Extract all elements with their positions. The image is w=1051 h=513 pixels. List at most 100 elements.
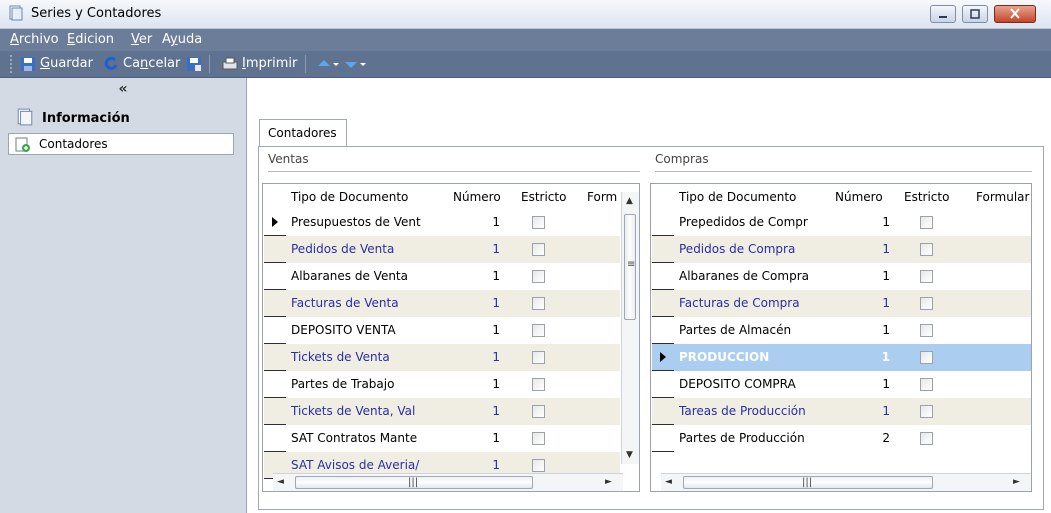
estricto-checkbox[interactable] [532, 405, 545, 418]
scroll-up-arrow[interactable]: ▲ [626, 196, 633, 206]
chevron-down-icon[interactable] [331, 56, 341, 72]
col-header-formulario[interactable]: Form [587, 190, 617, 204]
cell-tipo-documento[interactable]: PRODUCCION [679, 350, 829, 364]
estricto-checkbox[interactable] [920, 351, 933, 364]
cell-tipo-documento[interactable]: Partes de Producción [679, 431, 829, 445]
col-header-numero[interactable]: Número [453, 190, 501, 204]
scroll-thumb[interactable]: ||| [683, 476, 933, 489]
col-header-formulario[interactable]: Formular [976, 190, 1031, 204]
cell-tipo-documento[interactable]: Albaranes de Compra [679, 269, 829, 283]
estricto-checkbox[interactable] [920, 216, 933, 229]
cell-tipo-documento[interactable]: Partes de Almacén [679, 323, 829, 337]
table-row[interactable]: Prepedidos de Compr 1 [652, 209, 1031, 236]
table-row[interactable]: SAT Contratos Mante 1 [264, 425, 620, 452]
cell-tipo-documento[interactable]: DEPOSITO VENTA [291, 323, 441, 337]
cell-numero[interactable]: 1 [460, 404, 500, 418]
cell-numero[interactable]: 1 [460, 350, 500, 364]
toolbar-grip[interactable] [10, 55, 12, 73]
compras-horizontal-scrollbar[interactable]: ◄ ||| ► [661, 473, 1031, 491]
navigate-up-icon[interactable] [316, 56, 332, 72]
estricto-checkbox[interactable] [920, 270, 933, 283]
estricto-checkbox[interactable] [532, 324, 545, 337]
cell-numero[interactable]: 2 [850, 431, 890, 445]
table-row[interactable]: Pedidos de Venta 1 [264, 236, 620, 263]
table-row[interactable]: Albaranes de Venta 1 [264, 263, 620, 290]
estricto-checkbox[interactable] [920, 243, 933, 256]
row-selector[interactable] [652, 209, 674, 236]
maximize-button[interactable] [962, 5, 988, 23]
collapse-sidebar-button[interactable]: « [0, 81, 246, 97]
row-selector[interactable] [264, 344, 286, 371]
table-row[interactable]: DEPOSITO COMPRA 1 [652, 371, 1031, 398]
close-button[interactable] [994, 5, 1036, 23]
row-selector[interactable] [264, 263, 286, 290]
save-close-icon[interactable] [186, 56, 202, 72]
cell-numero[interactable]: 1 [850, 323, 890, 337]
estricto-checkbox[interactable] [532, 351, 545, 364]
cell-numero[interactable]: 1 [460, 215, 500, 229]
table-row[interactable]: Facturas de Compra 1 [652, 290, 1031, 317]
cell-tipo-documento[interactable]: Facturas de Compra [679, 296, 829, 310]
col-header-estricto[interactable]: Estricto [904, 190, 949, 204]
cell-tipo-documento[interactable]: Facturas de Venta [291, 296, 441, 310]
cell-tipo-documento[interactable]: Tickets de Venta, Val [291, 404, 441, 418]
scroll-left-arrow[interactable]: ◄ [277, 477, 284, 487]
table-row[interactable]: Albaranes de Compra 1 [652, 263, 1031, 290]
menu-edicion[interactable]: Edicion [67, 32, 114, 47]
cell-numero[interactable]: 1 [850, 242, 890, 256]
cell-tipo-documento[interactable]: Pedidos de Compra [679, 242, 829, 256]
cell-tipo-documento[interactable]: Tickets de Venta [291, 350, 441, 364]
sidebar-section-informacion[interactable]: Información [42, 111, 130, 126]
imprimir-button[interactable]: Imprimir [242, 56, 297, 71]
cell-tipo-documento[interactable]: Partes de Trabajo [291, 377, 441, 391]
cell-tipo-documento[interactable]: Albaranes de Venta [291, 269, 441, 283]
estricto-checkbox[interactable] [920, 324, 933, 337]
chevron-down-icon[interactable] [358, 56, 368, 72]
row-selector[interactable] [264, 209, 286, 236]
navigate-down-icon[interactable] [343, 56, 359, 72]
cell-numero[interactable]: 1 [850, 215, 890, 229]
table-row[interactable]: DEPOSITO VENTA 1 [264, 317, 620, 344]
ventas-vertical-scrollbar[interactable]: ▲ ≡ ▼ [621, 192, 639, 464]
table-row[interactable]: Pedidos de Compra 1 [652, 236, 1031, 263]
estricto-checkbox[interactable] [920, 432, 933, 445]
menu-ayuda[interactable]: Ayuda [162, 32, 202, 47]
estricto-checkbox[interactable] [920, 405, 933, 418]
row-selector[interactable] [652, 263, 674, 290]
row-selector[interactable] [652, 290, 674, 317]
cell-numero[interactable]: 1 [460, 458, 500, 472]
cell-numero[interactable]: 1 [460, 296, 500, 310]
col-header-tipo[interactable]: Tipo de Documento [291, 190, 408, 204]
estricto-checkbox[interactable] [532, 216, 545, 229]
menu-archivo[interactable]: Archivo [10, 32, 59, 47]
table-row[interactable]: Facturas de Venta 1 [264, 290, 620, 317]
scroll-left-arrow[interactable]: ◄ [665, 477, 672, 487]
scroll-right-arrow[interactable]: ► [1013, 477, 1020, 487]
cancelar-button[interactable]: Cancelar [123, 56, 180, 71]
scroll-thumb[interactable]: ≡ [624, 214, 636, 320]
cell-numero[interactable]: 1 [460, 431, 500, 445]
row-selector[interactable] [652, 317, 674, 344]
cell-numero[interactable]: 1 [850, 269, 890, 283]
estricto-checkbox[interactable] [532, 378, 545, 391]
estricto-checkbox[interactable] [920, 378, 933, 391]
sidebar-item-contadores[interactable]: Contadores [8, 133, 234, 155]
tab-contadores[interactable]: Contadores [259, 119, 347, 146]
estricto-checkbox[interactable] [532, 270, 545, 283]
col-header-estricto[interactable]: Estricto [521, 190, 566, 204]
row-selector[interactable] [264, 236, 286, 263]
col-header-tipo[interactable]: Tipo de Documento [679, 190, 796, 204]
row-selector[interactable] [264, 317, 286, 344]
cell-tipo-documento[interactable]: Presupuestos de Vent [291, 215, 441, 229]
estricto-checkbox[interactable] [532, 243, 545, 256]
col-header-numero[interactable]: Número [835, 190, 883, 204]
cell-tipo-documento[interactable]: Prepedidos de Compr [679, 215, 829, 229]
cell-numero[interactable]: 1 [850, 350, 890, 364]
scroll-down-arrow[interactable]: ▼ [626, 450, 633, 460]
row-selector[interactable] [652, 236, 674, 263]
cell-numero[interactable]: 1 [460, 242, 500, 256]
table-row[interactable]: Tickets de Venta, Val 1 [264, 398, 620, 425]
table-row[interactable]: Presupuestos de Vent 1 [264, 209, 620, 236]
table-row[interactable]: Partes de Almacén 1 [652, 317, 1031, 344]
estricto-checkbox[interactable] [532, 432, 545, 445]
